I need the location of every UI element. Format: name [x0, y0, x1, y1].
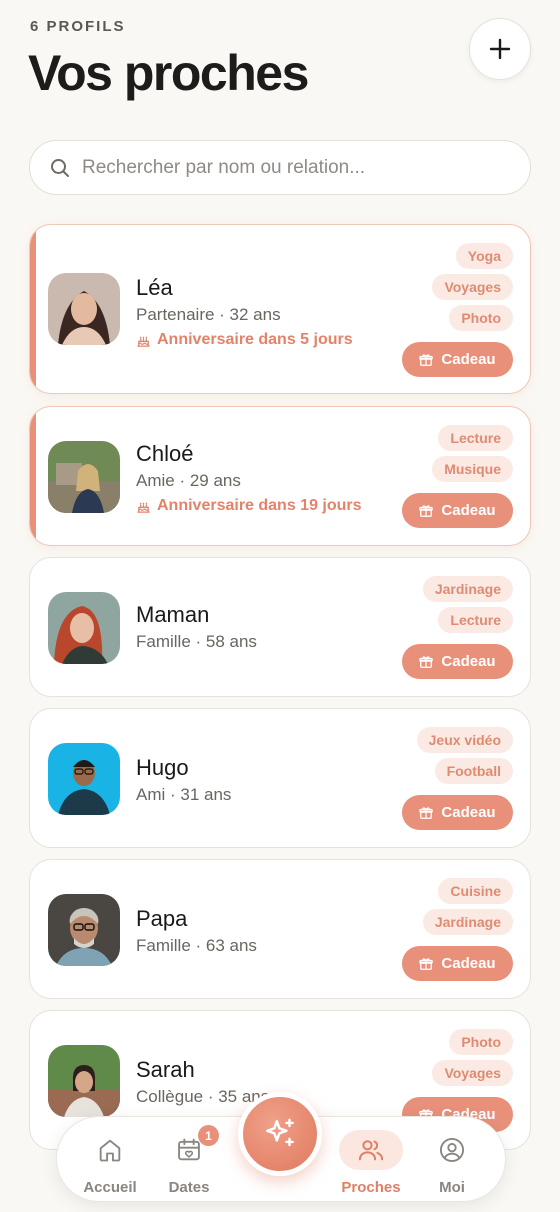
tab-proches[interactable]: Proches	[331, 1117, 411, 1203]
add-profile-button[interactable]	[469, 18, 531, 80]
tab-label: Dates	[168, 1179, 210, 1196]
interest-tags: Cuisine Jardinage	[422, 878, 513, 940]
avatar	[48, 1045, 120, 1117]
interest-tags: Lecture Musique	[432, 425, 513, 487]
tag: Lecture	[438, 607, 513, 633]
gift-button-label: Cadeau	[441, 653, 496, 670]
profile-icon	[439, 1137, 465, 1163]
profile-card-lea[interactable]: Léa Partenaire · 32 ans Anniversaire dan…	[29, 224, 531, 394]
tag: Yoga	[455, 243, 513, 269]
birthday-text: Anniversaire dans 19 jours	[157, 497, 362, 514]
cake-icon	[137, 336, 150, 347]
profile-count: 6 PROFILS	[30, 18, 126, 35]
tag: Photo	[449, 1029, 513, 1055]
gift-button-label: Cadeau	[441, 955, 496, 972]
interest-tags: Yoga Voyages Photo	[432, 243, 513, 336]
gift-button[interactable]: Cadeau	[402, 795, 513, 830]
search-input[interactable]	[82, 156, 502, 179]
tag: Voyages	[432, 274, 513, 300]
gift-button-label: Cadeau	[441, 502, 496, 519]
cake-icon	[137, 502, 150, 513]
ai-suggest-button[interactable]	[238, 1092, 322, 1176]
profile-name: Sarah	[136, 1057, 195, 1082]
birthday-accent-bar	[30, 225, 36, 393]
avatar	[48, 441, 120, 513]
tag: Cuisine	[438, 878, 513, 904]
home-icon	[99, 1139, 121, 1162]
tab-dates[interactable]: 1 Dates	[149, 1117, 229, 1203]
gift-icon	[419, 504, 434, 517]
tag: Musique	[432, 456, 513, 482]
tag: Jardinage	[422, 576, 513, 602]
tag: Football	[434, 758, 513, 784]
profile-card-chloe[interactable]: Chloé Amie · 29 ans Anniversaire dans 19…	[29, 406, 531, 546]
profile-relation: Ami · 31 ans	[136, 785, 232, 804]
birthday-reminder: Anniversaire dans 19 jours	[136, 497, 362, 515]
profile-name: Hugo	[136, 755, 189, 780]
gift-button-label: Cadeau	[441, 804, 496, 821]
profile-name: Papa	[136, 906, 188, 931]
gift-icon	[419, 806, 434, 819]
tag: Jardinage	[422, 909, 513, 935]
gift-button[interactable]: Cadeau	[402, 493, 513, 528]
avatar	[48, 743, 120, 815]
tab-accueil[interactable]: Accueil	[70, 1117, 150, 1203]
profile-relation: Famille · 58 ans	[136, 632, 257, 651]
profile-card-hugo[interactable]: Hugo Ami · 31 ans Jeux vidéo Football Ca…	[29, 708, 531, 848]
tab-label: Accueil	[83, 1179, 137, 1196]
profile-relation: Partenaire · 32 ans	[136, 305, 281, 324]
profile-name: Léa	[136, 275, 173, 300]
avatar	[48, 273, 120, 345]
interest-tags: Photo Voyages	[432, 1029, 513, 1091]
avatar	[48, 894, 120, 966]
gift-button[interactable]: Cadeau	[402, 946, 513, 981]
profile-relation: Famille · 63 ans	[136, 936, 257, 955]
tab-label: Moi	[439, 1179, 465, 1196]
interest-tags: Jardinage Lecture	[422, 576, 513, 638]
birthday-text: Anniversaire dans 5 jours	[157, 331, 353, 348]
people-icon	[358, 1140, 384, 1161]
avatar	[48, 592, 120, 664]
gift-button-label: Cadeau	[441, 351, 496, 368]
profile-card-maman[interactable]: Maman Famille · 58 ans Jardinage Lecture…	[29, 557, 531, 697]
profile-card-papa[interactable]: Papa Famille · 63 ans Cuisine Jardinage …	[29, 859, 531, 999]
profile-name: Chloé	[136, 441, 194, 466]
plus-icon	[489, 38, 511, 60]
notification-badge: 1	[198, 1125, 219, 1146]
tab-moi[interactable]: Moi	[412, 1117, 492, 1203]
gift-icon	[419, 957, 434, 970]
tab-label: Proches	[341, 1179, 401, 1196]
gift-icon	[419, 655, 434, 668]
search-icon	[51, 158, 69, 177]
tag: Lecture	[438, 425, 513, 451]
sparkles-icon	[266, 1118, 294, 1147]
gift-button[interactable]: Cadeau	[402, 644, 513, 679]
page-title: Vos proches	[28, 45, 309, 101]
gift-icon	[419, 353, 434, 366]
interest-tags: Jeux vidéo Football	[416, 727, 513, 789]
gift-button[interactable]: Cadeau	[402, 342, 513, 377]
birthday-reminder: Anniversaire dans 5 jours	[136, 331, 353, 349]
profile-relation: Amie · 29 ans	[136, 471, 241, 490]
tag: Voyages	[432, 1060, 513, 1086]
birthday-accent-bar	[30, 407, 36, 545]
search-bar[interactable]	[29, 140, 531, 195]
tag: Jeux vidéo	[416, 727, 513, 753]
app-screen: 6 PROFILS Vos proches Léa Partenaire · 3…	[0, 0, 560, 1212]
tag: Photo	[449, 305, 513, 331]
profile-name: Maman	[136, 602, 210, 627]
